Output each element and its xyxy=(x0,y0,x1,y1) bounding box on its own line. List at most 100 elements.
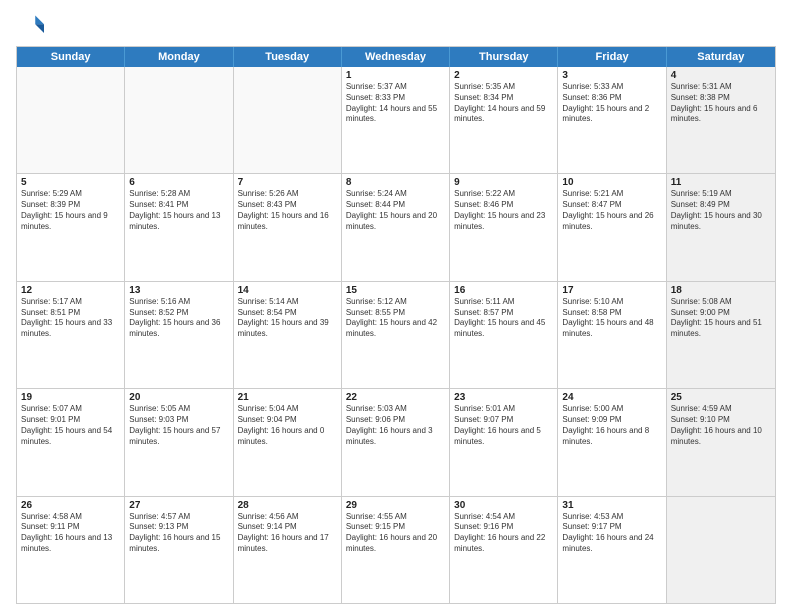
day-info: Sunrise: 4:53 AM Sunset: 9:17 PM Dayligh… xyxy=(562,512,661,555)
day-info: Sunrise: 4:54 AM Sunset: 9:16 PM Dayligh… xyxy=(454,512,553,555)
day-number: 18 xyxy=(671,285,771,296)
calendar-day-29: 29Sunrise: 4:55 AM Sunset: 9:15 PM Dayli… xyxy=(342,497,450,603)
day-number: 22 xyxy=(346,392,445,403)
calendar-week-2: 5Sunrise: 5:29 AM Sunset: 8:39 PM Daylig… xyxy=(17,174,775,281)
day-info: Sunrise: 5:05 AM Sunset: 9:03 PM Dayligh… xyxy=(129,404,228,447)
day-number: 21 xyxy=(238,392,337,403)
calendar-day-10: 10Sunrise: 5:21 AM Sunset: 8:47 PM Dayli… xyxy=(558,174,666,280)
day-info: Sunrise: 4:57 AM Sunset: 9:13 PM Dayligh… xyxy=(129,512,228,555)
calendar-day-4: 4Sunrise: 5:31 AM Sunset: 8:38 PM Daylig… xyxy=(667,67,775,173)
day-info: Sunrise: 5:07 AM Sunset: 9:01 PM Dayligh… xyxy=(21,404,120,447)
day-info: Sunrise: 5:19 AM Sunset: 8:49 PM Dayligh… xyxy=(671,189,771,232)
calendar-day-30: 30Sunrise: 4:54 AM Sunset: 9:16 PM Dayli… xyxy=(450,497,558,603)
day-number: 7 xyxy=(238,177,337,188)
calendar-day-13: 13Sunrise: 5:16 AM Sunset: 8:52 PM Dayli… xyxy=(125,282,233,388)
day-info: Sunrise: 5:11 AM Sunset: 8:57 PM Dayligh… xyxy=(454,297,553,340)
page: SundayMondayTuesdayWednesdayThursdayFrid… xyxy=(0,0,792,612)
day-number: 16 xyxy=(454,285,553,296)
day-info: Sunrise: 5:35 AM Sunset: 8:34 PM Dayligh… xyxy=(454,82,553,125)
calendar-day-19: 19Sunrise: 5:07 AM Sunset: 9:01 PM Dayli… xyxy=(17,389,125,495)
calendar-day-11: 11Sunrise: 5:19 AM Sunset: 8:49 PM Dayli… xyxy=(667,174,775,280)
calendar-empty-cell xyxy=(234,67,342,173)
day-number: 2 xyxy=(454,70,553,81)
day-info: Sunrise: 5:21 AM Sunset: 8:47 PM Dayligh… xyxy=(562,189,661,232)
day-number: 19 xyxy=(21,392,120,403)
header xyxy=(16,12,776,40)
calendar-day-22: 22Sunrise: 5:03 AM Sunset: 9:06 PM Dayli… xyxy=(342,389,450,495)
calendar-day-3: 3Sunrise: 5:33 AM Sunset: 8:36 PM Daylig… xyxy=(558,67,666,173)
day-info: Sunrise: 5:14 AM Sunset: 8:54 PM Dayligh… xyxy=(238,297,337,340)
calendar-week-3: 12Sunrise: 5:17 AM Sunset: 8:51 PM Dayli… xyxy=(17,282,775,389)
calendar-day-24: 24Sunrise: 5:00 AM Sunset: 9:09 PM Dayli… xyxy=(558,389,666,495)
calendar-day-25: 25Sunrise: 4:59 AM Sunset: 9:10 PM Dayli… xyxy=(667,389,775,495)
day-number: 30 xyxy=(454,500,553,511)
day-info: Sunrise: 4:59 AM Sunset: 9:10 PM Dayligh… xyxy=(671,404,771,447)
day-number: 20 xyxy=(129,392,228,403)
day-info: Sunrise: 5:28 AM Sunset: 8:41 PM Dayligh… xyxy=(129,189,228,232)
day-info: Sunrise: 5:04 AM Sunset: 9:04 PM Dayligh… xyxy=(238,404,337,447)
day-number: 9 xyxy=(454,177,553,188)
calendar-day-16: 16Sunrise: 5:11 AM Sunset: 8:57 PM Dayli… xyxy=(450,282,558,388)
day-header-friday: Friday xyxy=(558,47,666,67)
calendar-day-14: 14Sunrise: 5:14 AM Sunset: 8:54 PM Dayli… xyxy=(234,282,342,388)
calendar-empty-cell xyxy=(667,497,775,603)
day-number: 8 xyxy=(346,177,445,188)
logo-icon xyxy=(16,12,44,40)
day-number: 1 xyxy=(346,70,445,81)
day-number: 3 xyxy=(562,70,661,81)
calendar-day-17: 17Sunrise: 5:10 AM Sunset: 8:58 PM Dayli… xyxy=(558,282,666,388)
calendar-day-23: 23Sunrise: 5:01 AM Sunset: 9:07 PM Dayli… xyxy=(450,389,558,495)
day-number: 6 xyxy=(129,177,228,188)
day-header-thursday: Thursday xyxy=(450,47,558,67)
day-number: 13 xyxy=(129,285,228,296)
calendar-day-7: 7Sunrise: 5:26 AM Sunset: 8:43 PM Daylig… xyxy=(234,174,342,280)
day-info: Sunrise: 5:01 AM Sunset: 9:07 PM Dayligh… xyxy=(454,404,553,447)
day-info: Sunrise: 5:29 AM Sunset: 8:39 PM Dayligh… xyxy=(21,189,120,232)
calendar-week-1: 1Sunrise: 5:37 AM Sunset: 8:33 PM Daylig… xyxy=(17,67,775,174)
day-info: Sunrise: 5:08 AM Sunset: 9:00 PM Dayligh… xyxy=(671,297,771,340)
day-number: 10 xyxy=(562,177,661,188)
day-number: 14 xyxy=(238,285,337,296)
calendar-day-12: 12Sunrise: 5:17 AM Sunset: 8:51 PM Dayli… xyxy=(17,282,125,388)
calendar-day-8: 8Sunrise: 5:24 AM Sunset: 8:44 PM Daylig… xyxy=(342,174,450,280)
day-number: 29 xyxy=(346,500,445,511)
day-number: 27 xyxy=(129,500,228,511)
day-number: 23 xyxy=(454,392,553,403)
day-info: Sunrise: 4:56 AM Sunset: 9:14 PM Dayligh… xyxy=(238,512,337,555)
calendar-day-27: 27Sunrise: 4:57 AM Sunset: 9:13 PM Dayli… xyxy=(125,497,233,603)
calendar-day-26: 26Sunrise: 4:58 AM Sunset: 9:11 PM Dayli… xyxy=(17,497,125,603)
calendar-day-5: 5Sunrise: 5:29 AM Sunset: 8:39 PM Daylig… xyxy=(17,174,125,280)
day-number: 24 xyxy=(562,392,661,403)
day-header-wednesday: Wednesday xyxy=(342,47,450,67)
day-number: 15 xyxy=(346,285,445,296)
day-info: Sunrise: 5:22 AM Sunset: 8:46 PM Dayligh… xyxy=(454,189,553,232)
day-number: 5 xyxy=(21,177,120,188)
calendar-day-28: 28Sunrise: 4:56 AM Sunset: 9:14 PM Dayli… xyxy=(234,497,342,603)
calendar-body: 1Sunrise: 5:37 AM Sunset: 8:33 PM Daylig… xyxy=(17,67,775,603)
day-info: Sunrise: 5:03 AM Sunset: 9:06 PM Dayligh… xyxy=(346,404,445,447)
day-info: Sunrise: 5:24 AM Sunset: 8:44 PM Dayligh… xyxy=(346,189,445,232)
day-number: 25 xyxy=(671,392,771,403)
calendar-day-1: 1Sunrise: 5:37 AM Sunset: 8:33 PM Daylig… xyxy=(342,67,450,173)
day-number: 28 xyxy=(238,500,337,511)
calendar-week-4: 19Sunrise: 5:07 AM Sunset: 9:01 PM Dayli… xyxy=(17,389,775,496)
calendar-day-6: 6Sunrise: 5:28 AM Sunset: 8:41 PM Daylig… xyxy=(125,174,233,280)
day-info: Sunrise: 5:37 AM Sunset: 8:33 PM Dayligh… xyxy=(346,82,445,125)
calendar-day-2: 2Sunrise: 5:35 AM Sunset: 8:34 PM Daylig… xyxy=(450,67,558,173)
day-number: 4 xyxy=(671,70,771,81)
day-number: 17 xyxy=(562,285,661,296)
day-number: 26 xyxy=(21,500,120,511)
calendar-day-31: 31Sunrise: 4:53 AM Sunset: 9:17 PM Dayli… xyxy=(558,497,666,603)
day-number: 12 xyxy=(21,285,120,296)
calendar-day-20: 20Sunrise: 5:05 AM Sunset: 9:03 PM Dayli… xyxy=(125,389,233,495)
day-header-tuesday: Tuesday xyxy=(234,47,342,67)
calendar-empty-cell xyxy=(125,67,233,173)
calendar-day-18: 18Sunrise: 5:08 AM Sunset: 9:00 PM Dayli… xyxy=(667,282,775,388)
day-info: Sunrise: 5:12 AM Sunset: 8:55 PM Dayligh… xyxy=(346,297,445,340)
calendar-week-5: 26Sunrise: 4:58 AM Sunset: 9:11 PM Dayli… xyxy=(17,497,775,603)
day-info: Sunrise: 5:00 AM Sunset: 9:09 PM Dayligh… xyxy=(562,404,661,447)
day-info: Sunrise: 5:17 AM Sunset: 8:51 PM Dayligh… xyxy=(21,297,120,340)
calendar-empty-cell xyxy=(17,67,125,173)
day-header-monday: Monday xyxy=(125,47,233,67)
day-header-saturday: Saturday xyxy=(667,47,775,67)
